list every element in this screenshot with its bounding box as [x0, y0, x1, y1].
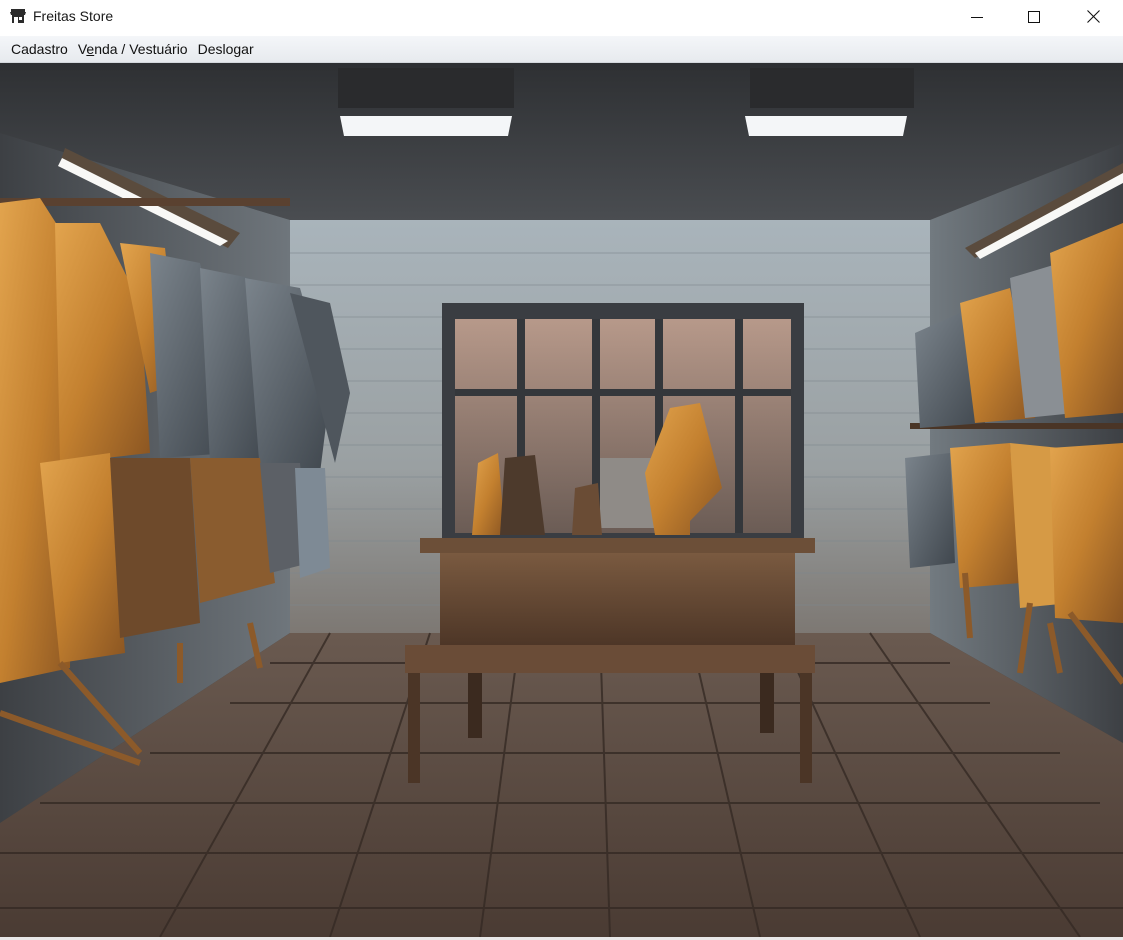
close-icon [1086, 10, 1100, 23]
menu-bar: Cadastro Venda / Vestuário Deslogar [0, 36, 1123, 63]
menu-venda-vestuario[interactable]: Venda / Vestuário [73, 36, 193, 62]
maximize-icon [1028, 10, 1040, 23]
menu-deslogar[interactable]: Deslogar [193, 36, 259, 62]
window-title: Freitas Store [33, 8, 114, 24]
minimize-button[interactable] [954, 0, 1000, 33]
store-image-panel [0, 63, 1123, 937]
menu-cadastro-label: Cadastro [11, 41, 68, 57]
app-window: Freitas Store Cadastro Venda / Vestuário… [0, 0, 1123, 940]
menu-venda-label-rest: nda / Vestuário [94, 41, 188, 57]
minimize-icon [971, 11, 983, 23]
menu-deslogar-label: Deslogar [197, 41, 254, 57]
store-icon [9, 7, 27, 25]
maximize-button[interactable] [1011, 0, 1057, 33]
title-bar[interactable]: Freitas Store [0, 0, 1123, 33]
close-button[interactable] [1070, 0, 1116, 33]
menu-cadastro[interactable]: Cadastro [0, 36, 73, 62]
clothing-store-interior-image [0, 63, 1123, 937]
